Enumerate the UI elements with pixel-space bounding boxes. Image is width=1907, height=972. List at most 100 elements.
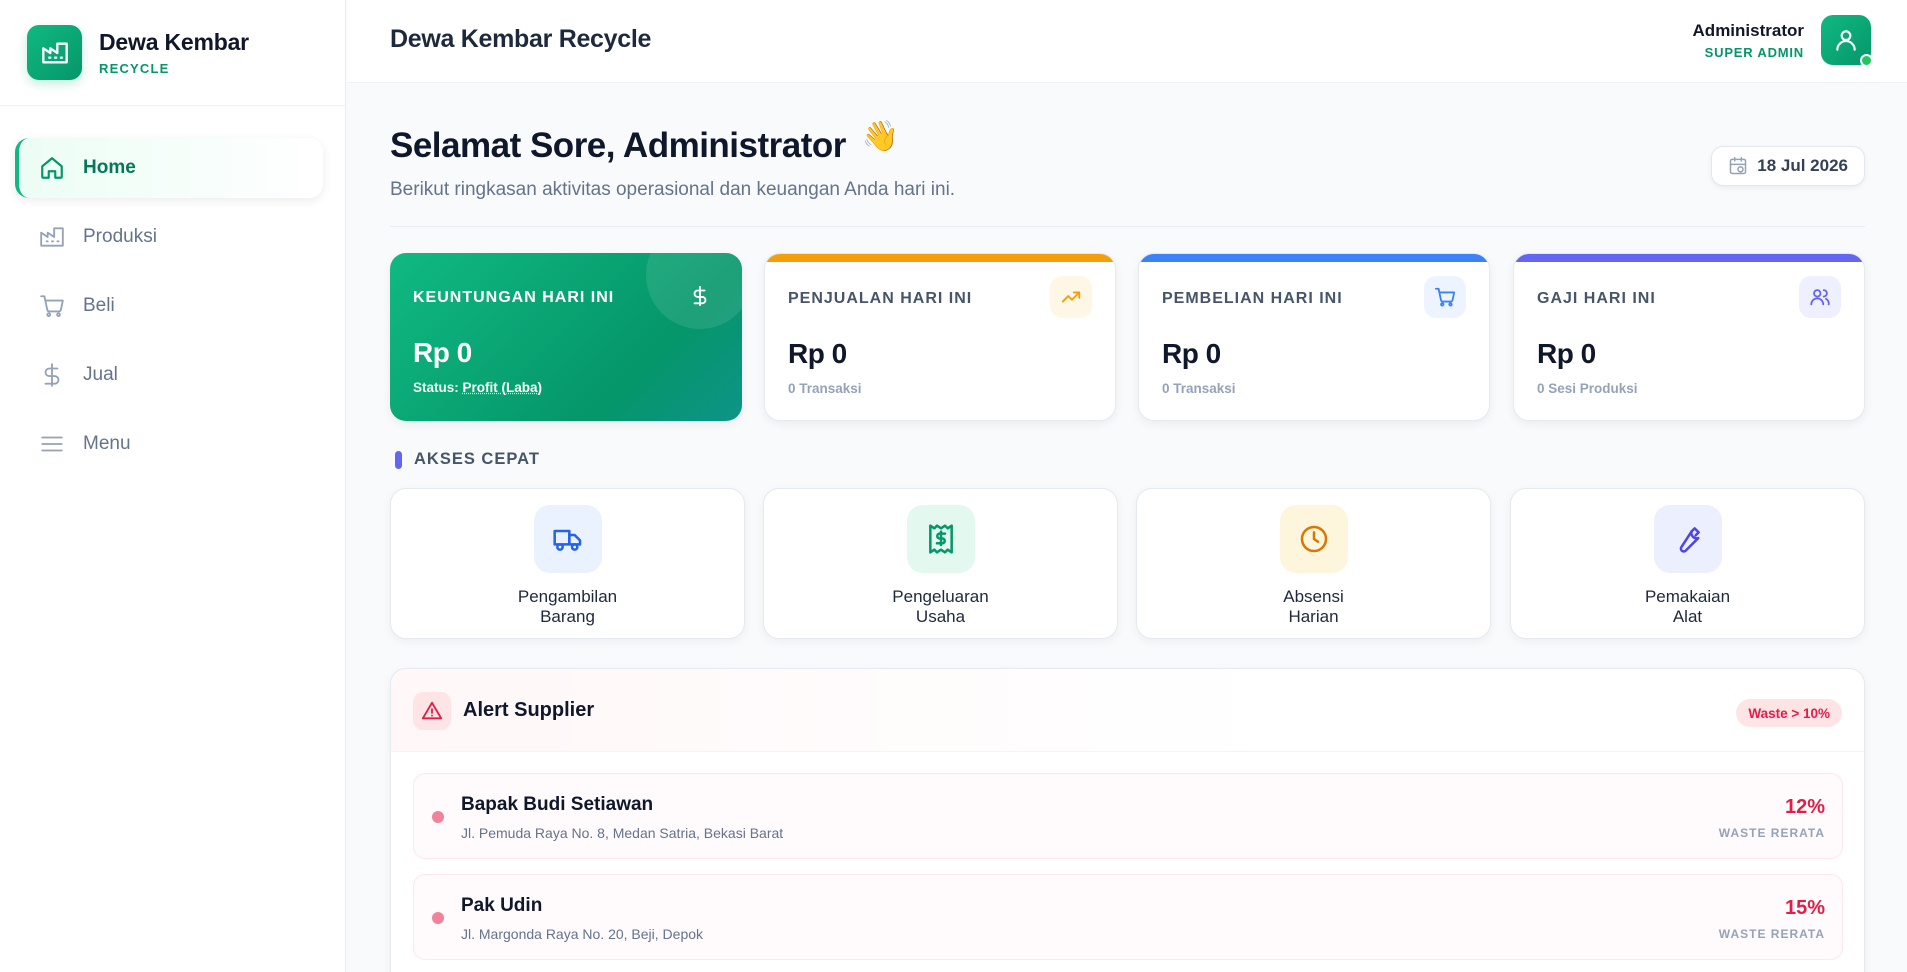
label-line: Absensi (1283, 587, 1344, 606)
stat-card-penjualan[interactable]: PENJUALAN HARI INI Rp 0 0 Transaksi (764, 253, 1116, 421)
accent-bar (765, 254, 1115, 262)
topbar: Dewa Kembar Recycle Administrator SUPER … (347, 0, 1907, 83)
sidebar-item-label: Home (83, 157, 136, 178)
user-role: SUPER ADMIN (1704, 44, 1804, 60)
stat-cards: KEUNTUNGAN HARI INI Rp 0 Status: Profit … (390, 253, 1865, 421)
stat-value: Rp 0 (1537, 338, 1596, 369)
quick-access-label: AKSES CEPAT (414, 450, 540, 468)
greeting-title: Selamat Sore, Administrator 👋 (390, 120, 899, 166)
sidebar: Dewa Kembar RECYCLE Home Produksi Beli J… (0, 0, 346, 972)
date-badge[interactable]: 18 Jul 2026 (1711, 146, 1865, 186)
wrench-icon (1653, 505, 1722, 573)
quick-access-label: Pengambilan Barang (391, 587, 744, 627)
supplier-name: Bapak Budi Setiawan (461, 794, 654, 815)
stat-sub: 0 Sesi Produksi (1537, 381, 1638, 396)
users-icon (1799, 276, 1841, 318)
calendar-icon (1728, 156, 1748, 176)
section-marker (395, 450, 402, 469)
status-prefix: Status: (413, 380, 459, 395)
menu-icon (38, 430, 66, 458)
home-icon (38, 154, 66, 182)
sidebar-item-label: Beli (83, 295, 115, 316)
cart-icon (1424, 276, 1466, 318)
quick-pemakaian-alat[interactable]: Pemakaian Alat (1510, 488, 1865, 639)
stat-card-gaji[interactable]: GAJI HARI INI Rp 0 0 Sesi Produksi (1513, 253, 1865, 421)
stat-label: GAJI HARI INI (1537, 290, 1656, 307)
supplier-name: Pak Udin (461, 895, 543, 916)
quick-access-label: Absensi Harian (1137, 587, 1490, 627)
brand-name: Dewa Kembar (99, 29, 249, 55)
stat-label: PEMBELIAN HARI INI (1162, 290, 1343, 307)
stat-sub: 0 Transaksi (788, 381, 862, 396)
online-status-dot (1860, 54, 1873, 67)
label-line: Pengambilan (517, 587, 618, 606)
supplier-row[interactable]: Pak Udin Jl. Margonda Raya No. 20, Beji,… (413, 874, 1843, 960)
page-title: Dewa Kembar Recycle (390, 25, 652, 53)
supplier-address: Jl. Margonda Raya No. 20, Beji, Depok (461, 926, 704, 942)
stat-card-profit[interactable]: KEUNTUNGAN HARI INI Rp 0 Status: Profit … (390, 253, 742, 421)
waste-threshold-badge: Waste > 10% (1736, 699, 1842, 727)
brand[interactable]: Dewa Kembar RECYCLE (0, 0, 345, 106)
receipt-icon (906, 505, 975, 573)
status-value: Profit (Laba) (462, 380, 543, 395)
stat-sub: 0 Transaksi (1162, 381, 1236, 396)
wave-emoji: 👋 (861, 119, 899, 153)
trending-up-icon (1050, 276, 1092, 318)
greeting-text: Selamat Sore, Administrator (390, 126, 846, 165)
user-name: Administrator (1692, 20, 1804, 40)
accent-bar (1514, 254, 1864, 262)
waste-percent: 15% (1784, 897, 1825, 919)
supplier-address: Jl. Pemuda Raya No. 8, Medan Satria, Bek… (461, 825, 784, 841)
date-text: 18 Jul 2026 (1757, 156, 1848, 175)
dollar-icon (38, 361, 66, 389)
clock-icon (1279, 505, 1348, 573)
sidebar-item-label: Produksi (83, 226, 157, 247)
alert-header: Alert Supplier Waste > 10% (391, 669, 1864, 752)
stat-label: KEUNTUNGAN HARI INI (413, 289, 615, 306)
sidebar-item-label: Jual (83, 364, 118, 385)
alert-supplier-card: Alert Supplier Waste > 10% Bapak Budi Se… (390, 668, 1865, 972)
label-line: Alat (1672, 607, 1703, 626)
status-dot (432, 811, 444, 823)
stat-value: Rp 0 (413, 337, 472, 368)
sidebar-item-menu[interactable]: Menu (15, 414, 323, 474)
stat-label: PENJUALAN HARI INI (788, 290, 973, 307)
quick-pengambilan-barang[interactable]: Pengambilan Barang (390, 488, 745, 639)
sidebar-item-label: Menu (83, 433, 131, 454)
quick-absensi-harian[interactable]: Absensi Harian (1136, 488, 1491, 639)
dollar-icon (685, 281, 715, 311)
quick-access-grid: Pengambilan Barang Pengeluaran Usaha Abs… (390, 488, 1865, 639)
label-line: Harian (1288, 607, 1339, 626)
truck-icon (533, 505, 602, 573)
brand-subtitle: RECYCLE (99, 61, 170, 76)
stat-value: Rp 0 (788, 338, 847, 369)
user-icon (1836, 30, 1856, 51)
label-line: Pemakaian (1644, 587, 1731, 606)
alert-title: Alert Supplier (463, 699, 595, 721)
user-menu[interactable]: Administrator SUPER ADMIN (1692, 15, 1873, 67)
sidebar-nav: Home Produksi Beli Jual Menu (0, 106, 345, 474)
sidebar-item-produksi[interactable]: Produksi (15, 207, 323, 267)
factory-logo-icon (27, 25, 82, 80)
sidebar-item-beli[interactable]: Beli (15, 276, 323, 336)
warning-icon (413, 692, 451, 730)
label-line: Usaha (915, 607, 966, 626)
greeting-section: Selamat Sore, Administrator 👋 Berikut ri… (390, 84, 1865, 227)
stat-value: Rp 0 (1162, 338, 1221, 369)
quick-pengeluaran-usaha[interactable]: Pengeluaran Usaha (763, 488, 1118, 639)
quick-access-title: AKSES CEPAT (395, 450, 540, 469)
greeting-subtitle: Berikut ringkasan aktivitas operasional … (390, 179, 956, 200)
stat-status: Status: Profit (Laba) (413, 380, 542, 395)
status-dot (432, 912, 444, 924)
quick-access-label: Pemakaian Alat (1511, 587, 1864, 627)
label-line: Barang (540, 607, 595, 626)
avatar[interactable] (1821, 15, 1873, 67)
sidebar-item-jual[interactable]: Jual (15, 345, 323, 405)
sidebar-item-home[interactable]: Home (15, 138, 323, 198)
cart-icon (38, 292, 66, 320)
accent-bar (1139, 254, 1489, 262)
main-content: Selamat Sore, Administrator 👋 Berikut ri… (390, 84, 1865, 972)
supplier-row[interactable]: Bapak Budi Setiawan Jl. Pemuda Raya No. … (413, 773, 1843, 859)
stat-card-pembelian[interactable]: PEMBELIAN HARI INI Rp 0 0 Transaksi (1138, 253, 1490, 421)
label-line: Pengeluaran (892, 587, 989, 606)
